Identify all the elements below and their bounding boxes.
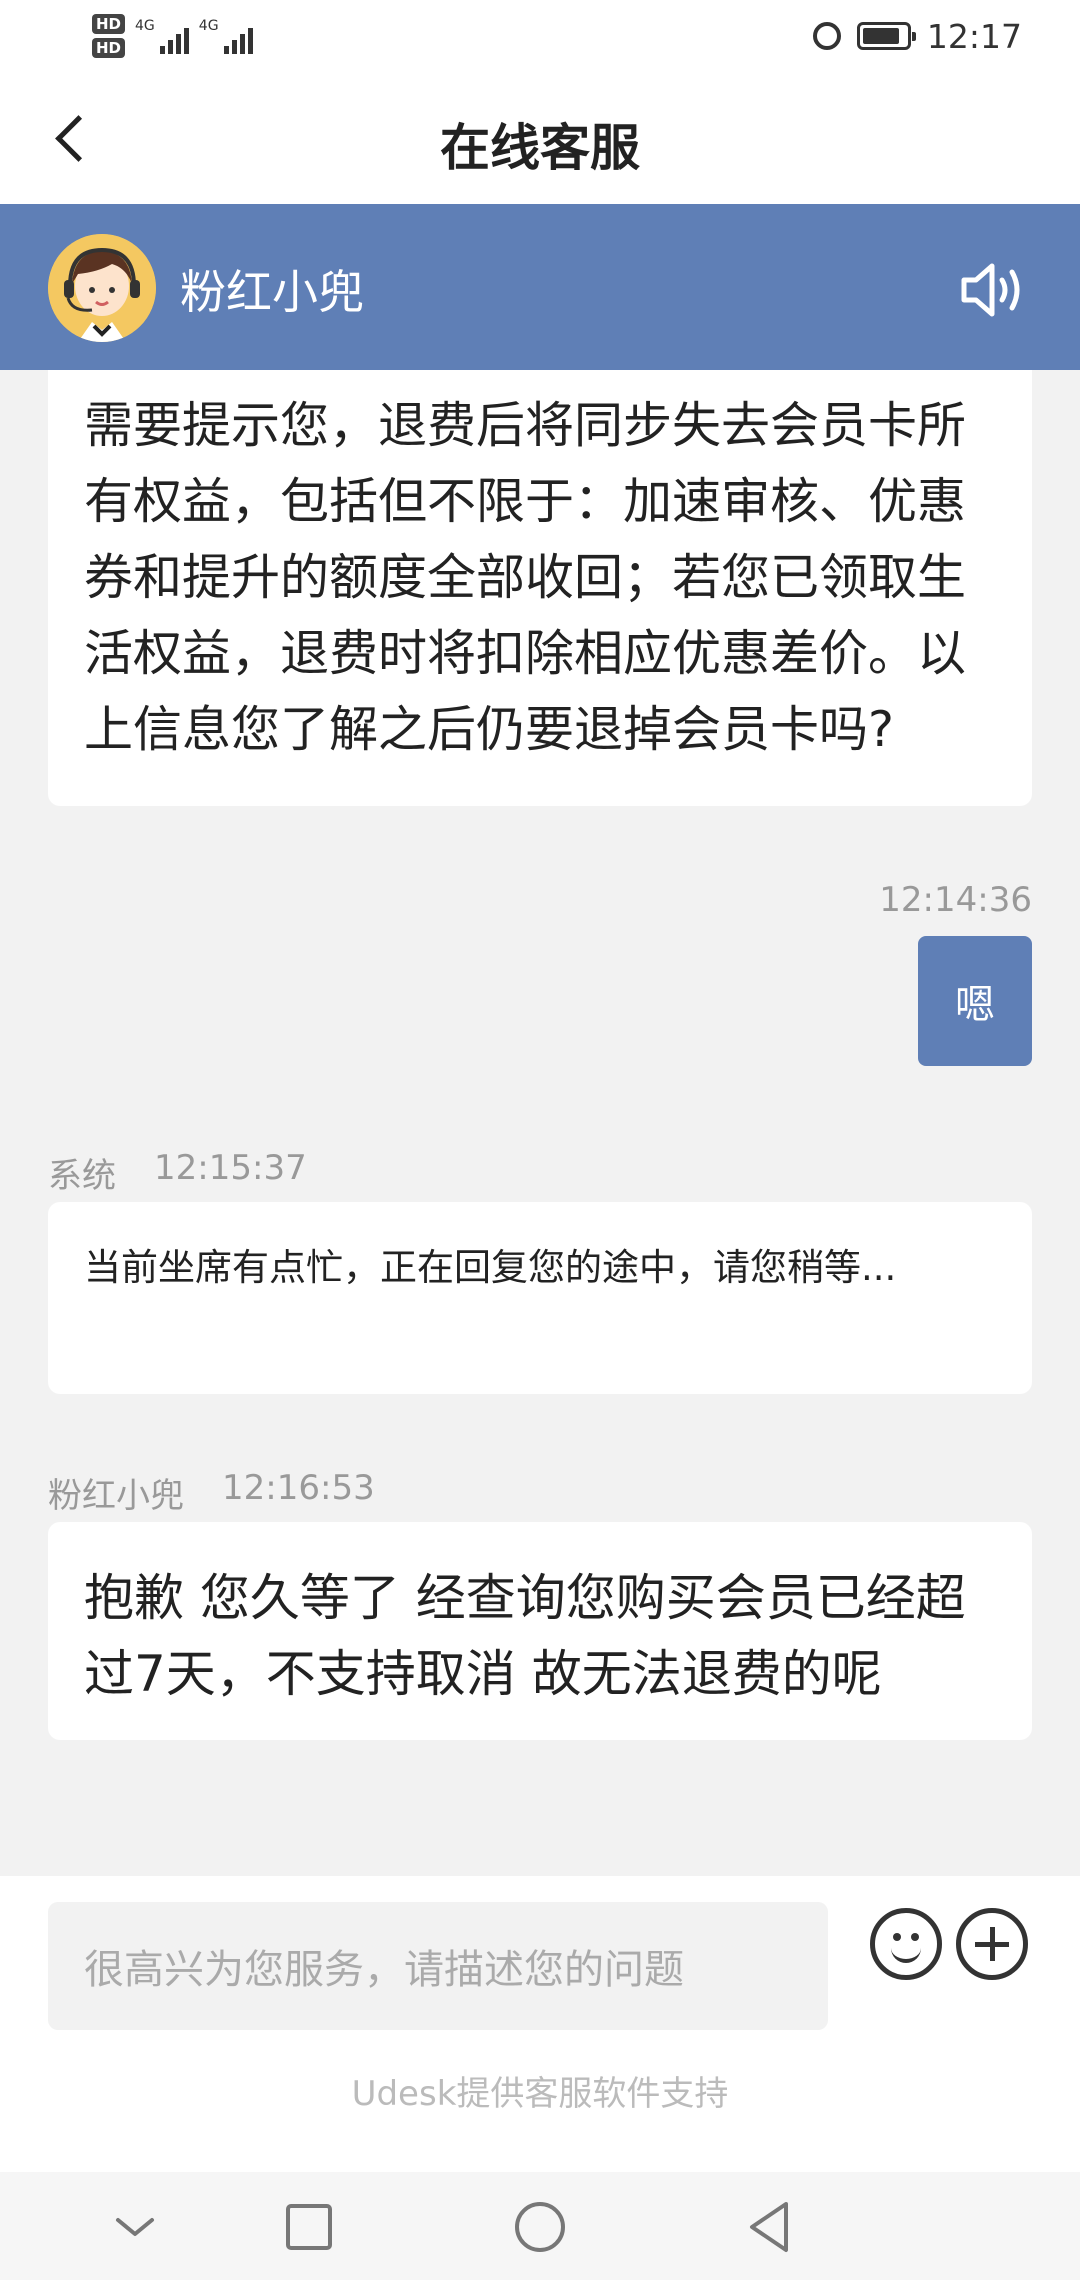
agent-message-bubble: 抱歉 您久等了 经查询您购买会员已经超过7天，不支持取消 故无法退费的呢: [48, 1522, 1032, 1740]
message-meta: 系统 12:15:37: [48, 1148, 307, 1197]
message-text: 抱歉 您久等了 经查询您购买会员已经超过7天，不支持取消 故无法退费的呢: [84, 1569, 966, 1703]
agent-avatar: [48, 234, 156, 342]
message-text: 需要提示您，退费后将同步失去会员卡所有权益，包括但不限于：加速审核、优惠券和提升…: [84, 397, 967, 758]
alarm-icon: [812, 22, 841, 50]
message-text: 当前坐席有点忙，正在回复您的途中，请您稍等...: [84, 1246, 897, 1289]
user-message-bubble: 嗯: [918, 936, 1032, 1066]
signal-icon: 4G: [199, 18, 253, 54]
hd-icon: HD: [92, 14, 126, 34]
status-right: 12:17: [812, 14, 1022, 58]
title-bar: 在线客服: [0, 72, 1080, 204]
input-area: 很高兴为您服务，请描述您的问题 Udesk提供客服软件支持: [0, 1876, 1080, 2172]
message-bubble: 需要提示您，退费后将同步失去会员卡所有权益，包括但不限于：加速审核、优惠券和提升…: [48, 370, 1032, 806]
sender-name: 系统: [48, 1156, 116, 1196]
page-title: 在线客服: [440, 119, 640, 177]
message-time: 12:16:53: [222, 1468, 375, 1508]
signal-icon: 4G: [135, 18, 189, 54]
nav-down-icon[interactable]: [100, 2192, 170, 2262]
status-bar: HD HD 4G 4G 12:17: [0, 0, 1080, 72]
powered-by-text: Udesk提供客服软件支持: [351, 2074, 729, 2114]
chat-area[interactable]: 需要提示您，退费后将同步失去会员卡所有权益，包括但不限于：加速审核、优惠券和提升…: [0, 370, 1080, 1876]
message-text: 嗯: [955, 982, 995, 1028]
speaker-icon[interactable]: [960, 260, 1032, 320]
hd-icon: HD: [92, 38, 126, 58]
message-time: 12:15:37: [154, 1148, 307, 1188]
nav-recents-icon[interactable]: [274, 2192, 344, 2262]
message-meta: 粉红小兜 12:16:53: [48, 1468, 375, 1517]
sender-name: 粉红小兜: [48, 1476, 184, 1516]
status-time: 12:17: [926, 16, 1022, 56]
battery-icon: [856, 22, 916, 50]
input-placeholder: 很高兴为您服务，请描述您的问题: [84, 1947, 684, 1993]
agent-name: 粉红小兜: [180, 265, 364, 319]
message-time: 12:14:36: [879, 880, 1032, 920]
plus-circle-icon[interactable]: [956, 1908, 1028, 1980]
system-nav-bar: [0, 2172, 1080, 2280]
nav-back-icon[interactable]: [734, 2192, 804, 2262]
system-message-bubble: 当前坐席有点忙，正在回复您的途中，请您稍等...: [48, 1202, 1032, 1394]
hd-icons: HD HD: [92, 14, 126, 58]
nav-home-icon[interactable]: [505, 2192, 575, 2262]
smiley-icon[interactable]: [870, 1908, 942, 1980]
agent-header: 粉红小兜: [0, 204, 1080, 370]
status-left: HD HD 4G 4G: [92, 8, 253, 64]
message-input[interactable]: 很高兴为您服务，请描述您的问题: [48, 1902, 828, 2030]
